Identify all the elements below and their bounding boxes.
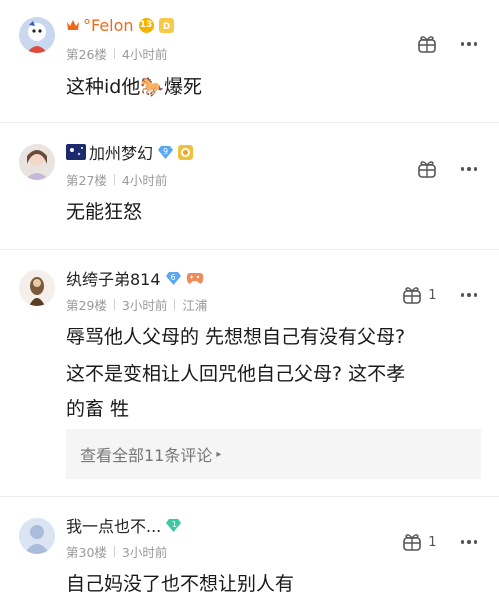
comment-text: 自己妈没了也不想让别人有 xyxy=(66,573,295,595)
chevron-right-icon: ▸ xyxy=(216,448,222,460)
comment-item: 纨绔子弟814 6 第29楼 3小时前 江浦 辱骂他人父母的 先想想自己有没有父… xyxy=(0,250,499,496)
level-badge: 6 xyxy=(170,272,176,282)
meta-divider xyxy=(113,546,115,557)
comment-meta: 第29楼 3小时前 江浦 xyxy=(66,295,207,314)
crown-icon xyxy=(66,19,80,31)
level-badge: 13 xyxy=(138,17,154,33)
vip-icon: D xyxy=(158,17,174,33)
comment-item: 我一点也不... 1 第30楼 3小时前 自己妈没了也不想让别人有 1 xyxy=(0,497,499,604)
level-badge: 9 xyxy=(163,146,169,156)
gift-count: 1 xyxy=(428,534,437,550)
view-replies-button[interactable]: 查看全部11条评论 ▸ xyxy=(66,429,481,479)
gift-count: 1 xyxy=(428,287,437,303)
floor-number: 第30楼 xyxy=(66,545,107,560)
comment-text-line: 的畜 牲 xyxy=(66,398,130,420)
comment-item: °Felon 13 D 第26楼 4小时前 这种id他🐎爆死 xyxy=(0,0,499,122)
username[interactable]: 纨绔子弟814 xyxy=(66,266,161,290)
vip-icon xyxy=(66,144,86,160)
more-icon[interactable] xyxy=(460,293,477,297)
floor-number: 第29楼 xyxy=(66,298,107,313)
svg-text:D: D xyxy=(162,22,169,32)
username[interactable]: 我一点也不... xyxy=(66,513,161,537)
location: 江浦 xyxy=(182,298,208,313)
diamond-level-icon: 9 xyxy=(158,145,174,159)
comment-text: 无能狂怒 xyxy=(66,201,143,223)
more-icon[interactable] xyxy=(460,42,477,46)
comment-text: 这种id他🐎爆死 xyxy=(66,76,202,98)
comment-meta: 第26楼 4小时前 xyxy=(66,44,167,63)
diamond-level-icon: 6 xyxy=(165,271,181,285)
meta-divider xyxy=(174,299,176,310)
comment-meta: 第30楼 3小时前 xyxy=(66,542,167,561)
timestamp: 4小时前 xyxy=(121,47,168,62)
username[interactable]: 加州梦幻 xyxy=(89,140,153,164)
meta-divider xyxy=(113,299,115,310)
diamond-level-icon: 1 xyxy=(166,518,182,532)
gift-icon[interactable] xyxy=(417,35,437,53)
more-icon[interactable] xyxy=(460,540,477,544)
avatar[interactable] xyxy=(19,144,55,180)
username[interactable]: °Felon xyxy=(83,16,134,35)
timestamp: 3小时前 xyxy=(121,298,168,313)
gift-icon[interactable] xyxy=(402,533,422,551)
meta-divider xyxy=(113,174,115,185)
gamepad-icon xyxy=(186,272,204,285)
avatar[interactable] xyxy=(19,270,55,306)
avatar[interactable] xyxy=(19,518,55,554)
floor-number: 第26楼 xyxy=(66,47,107,62)
comment-meta: 第27楼 4小时前 xyxy=(66,170,167,189)
floor-number: 第27楼 xyxy=(66,173,107,188)
timestamp: 4小时前 xyxy=(121,173,168,188)
gift-icon[interactable] xyxy=(417,160,437,178)
meta-divider xyxy=(113,48,115,59)
comment-item: 加州梦幻 9 第27楼 4小时前 无能狂怒 xyxy=(0,123,499,249)
comment-text-line: 这不是变相让人回咒他自己父母? 这不孝 xyxy=(66,363,406,385)
timestamp: 3小时前 xyxy=(121,545,168,560)
vip-icon xyxy=(178,144,194,160)
gift-icon[interactable] xyxy=(402,286,422,304)
avatar[interactable] xyxy=(19,17,55,53)
view-replies-label: 查看全部11条评论 xyxy=(80,446,213,465)
comment-text-line: 辱骂他人父母的 先想想自己有没有父母? xyxy=(66,326,406,348)
level-badge: 1 xyxy=(171,519,177,529)
more-icon[interactable] xyxy=(460,167,477,171)
